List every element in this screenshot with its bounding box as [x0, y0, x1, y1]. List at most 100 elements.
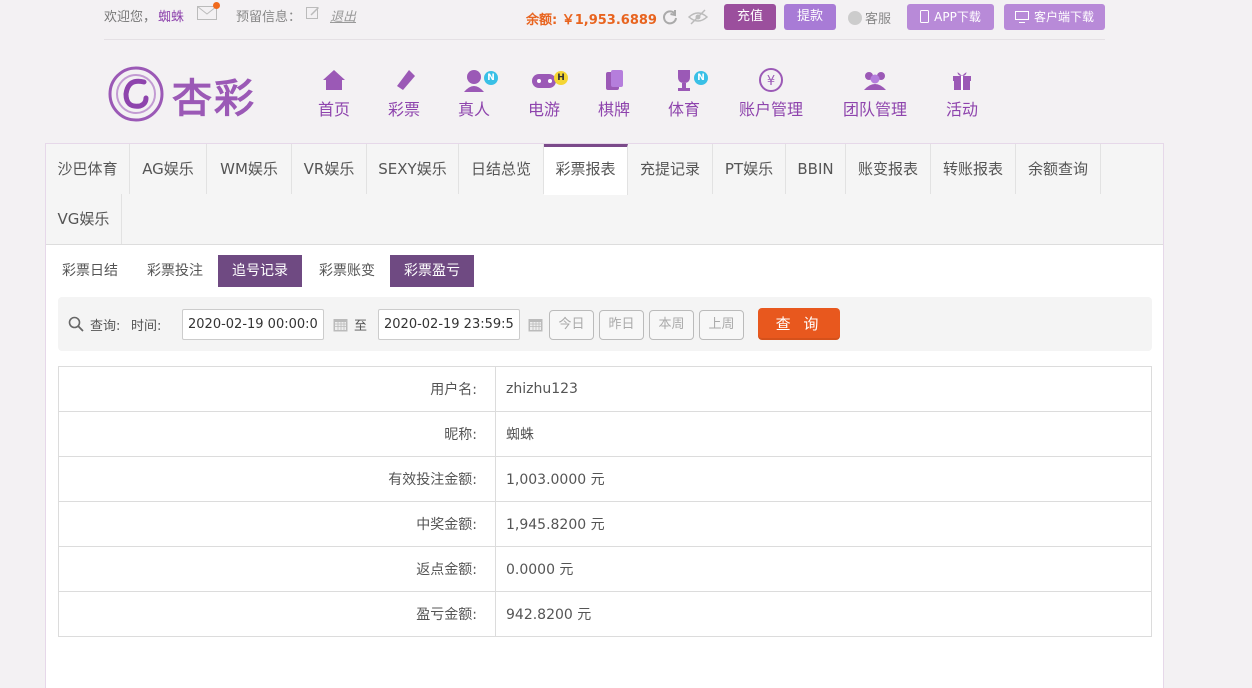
- row-value: 1,945.8200 元: [495, 501, 1152, 547]
- tab-transfer-report[interactable]: 转账报表: [931, 144, 1016, 194]
- calendar-icon[interactable]: [528, 317, 543, 332]
- nav-chess-cards[interactable]: 棋牌: [596, 68, 632, 120]
- new-badge: N: [484, 71, 498, 85]
- nav-label: 体育: [667, 100, 700, 119]
- row-label: 有效投注金额:: [58, 456, 496, 502]
- welcome-label: 欢迎您，: [104, 10, 157, 25]
- tab-wm[interactable]: WM娱乐: [207, 144, 292, 194]
- mail-icon[interactable]: [197, 2, 220, 20]
- nav-label: 彩票: [387, 100, 420, 119]
- cards-icon: [596, 68, 632, 94]
- eye-slash-icon[interactable]: [687, 8, 709, 26]
- tab-vr[interactable]: VR娱乐: [292, 144, 367, 194]
- logo-text[interactable]: 杏彩: [172, 66, 256, 124]
- client-download-button[interactable]: 客户端下载: [1004, 4, 1105, 30]
- nav-label: 团队管理: [842, 100, 907, 119]
- today-button[interactable]: 今日: [549, 310, 594, 340]
- nav-lottery[interactable]: 彩票: [386, 68, 422, 120]
- start-time-input[interactable]: [182, 309, 324, 340]
- nav-home[interactable]: 首页: [316, 68, 352, 120]
- time-label: 时间:: [131, 319, 162, 334]
- new-badge: N: [694, 71, 708, 85]
- row-label: 用户名:: [58, 366, 496, 412]
- subtab-lottery-bets[interactable]: 彩票投注: [133, 255, 217, 287]
- report-tabs: 沙巴体育 AG娱乐 WM娱乐 VR娱乐 SEXY娱乐 日结总览 彩票报表 充提记…: [46, 144, 1163, 245]
- tab-deposit-withdraw[interactable]: 充提记录: [628, 144, 713, 194]
- table-row: 返点金额: 0.0000 元: [58, 546, 1152, 592]
- to-label: 至: [354, 319, 368, 334]
- nav-label: 棋牌: [597, 100, 630, 119]
- row-label: 返点金额:: [58, 546, 496, 592]
- withdraw-button[interactable]: 提款: [784, 4, 836, 30]
- unread-dot: [213, 2, 220, 9]
- nav-sports[interactable]: N 体育: [666, 68, 708, 120]
- table-row: 有效投注金额: 1,003.0000 元: [58, 456, 1152, 502]
- tab-balance-query[interactable]: 余额查询: [1016, 144, 1101, 194]
- subtab-lottery-account-change[interactable]: 彩票账变: [305, 255, 389, 287]
- table-row: 盈亏金额: 942.8200 元: [58, 591, 1152, 637]
- hot-badge: H: [554, 71, 568, 85]
- row-value: 942.8200 元: [495, 591, 1152, 637]
- username[interactable]: 蜘蛛: [158, 10, 184, 25]
- report-table: 用户名: zhizhu123 昵称: 蜘蛛 有效投注金额: 1,003.0000 元 …: [58, 366, 1152, 637]
- welcome-text: 欢迎您， 蜘蛛: [104, 6, 184, 25]
- tab-shaba-sports[interactable]: 沙巴体育: [46, 144, 130, 194]
- tab-sexy[interactable]: SEXY娱乐: [367, 144, 459, 194]
- logout-link[interactable]: 退出: [330, 6, 356, 25]
- tab-account-change[interactable]: 账变报表: [846, 144, 931, 194]
- ticket-icon: [386, 68, 422, 94]
- row-label: 中奖金额:: [58, 501, 496, 547]
- client-download-label: 客户端下载: [1033, 10, 1094, 24]
- tab-pt[interactable]: PT娱乐: [713, 144, 786, 194]
- nav-label: 真人: [457, 100, 490, 119]
- nav-live[interactable]: N 真人: [456, 68, 498, 120]
- row-value: zhizhu123: [495, 366, 1152, 412]
- calendar-icon[interactable]: [333, 317, 348, 332]
- monitor-icon: [1014, 6, 1029, 32]
- end-time-input[interactable]: [378, 309, 520, 340]
- nav-account[interactable]: ¥ 账户管理: [736, 68, 806, 120]
- table-row: 昵称: 蜘蛛: [58, 411, 1152, 457]
- app-download-label: APP下载: [934, 10, 981, 24]
- subtab-chase-records[interactable]: 追号记录: [218, 255, 302, 287]
- gift-icon: [944, 68, 980, 94]
- last-week-button[interactable]: 上周: [699, 310, 744, 340]
- customer-service-link[interactable]: 客服: [848, 8, 891, 27]
- nav-label: 首页: [317, 100, 350, 119]
- nav-team[interactable]: 团队管理: [840, 68, 910, 120]
- query-button[interactable]: 查 询: [758, 308, 840, 340]
- top-divider: [104, 39, 1105, 40]
- subtab-lottery-profit-loss[interactable]: 彩票盈亏: [390, 255, 474, 287]
- nav-label: 电游: [527, 100, 560, 119]
- row-value: 0.0000 元: [495, 546, 1152, 592]
- headset-icon: [848, 11, 862, 25]
- balance-label: 余额:: [526, 13, 558, 28]
- row-label: 昵称:: [58, 411, 496, 457]
- row-value: 1,003.0000 元: [495, 456, 1152, 502]
- logo-emblem-icon: [108, 66, 164, 122]
- tab-bbin[interactable]: BBIN: [786, 144, 846, 194]
- query-label: 查询:: [90, 319, 121, 334]
- service-label: 客服: [865, 12, 892, 27]
- query-bar: 查询: 时间: 至 今日 昨日 本周 上周 查 询: [58, 297, 1152, 351]
- subtab-lottery-daily[interactable]: 彩票日结: [48, 255, 132, 287]
- balance: 余额: ￥1,953.6889: [526, 9, 657, 28]
- balance-value: ￥1,953.6889: [561, 13, 657, 28]
- edit-icon[interactable]: [306, 6, 320, 20]
- refresh-icon[interactable]: [661, 8, 679, 26]
- svg-text:¥: ¥: [767, 74, 775, 89]
- yesterday-button[interactable]: 昨日: [599, 310, 644, 340]
- tab-ag[interactable]: AG娱乐: [130, 144, 207, 194]
- tab-vg[interactable]: VG娱乐: [46, 194, 122, 244]
- app-download-button[interactable]: APP下载: [907, 4, 994, 30]
- nav-label: 活动: [945, 100, 978, 119]
- row-label: 盈亏金额:: [58, 591, 496, 637]
- top-bar: 欢迎您， 蜘蛛 预留信息： 退出 余额: ￥1,953.6889 充值 提款 客服…: [0, 0, 1252, 36]
- nav-label: 账户管理: [738, 100, 803, 119]
- tab-daily-overview[interactable]: 日结总览: [459, 144, 544, 194]
- recharge-button[interactable]: 充值: [724, 4, 776, 30]
- nav-egames[interactable]: H 电游: [526, 68, 568, 120]
- tab-lottery-report[interactable]: 彩票报表: [544, 144, 628, 195]
- nav-activity[interactable]: 活动: [944, 68, 980, 120]
- this-week-button[interactable]: 本周: [649, 310, 694, 340]
